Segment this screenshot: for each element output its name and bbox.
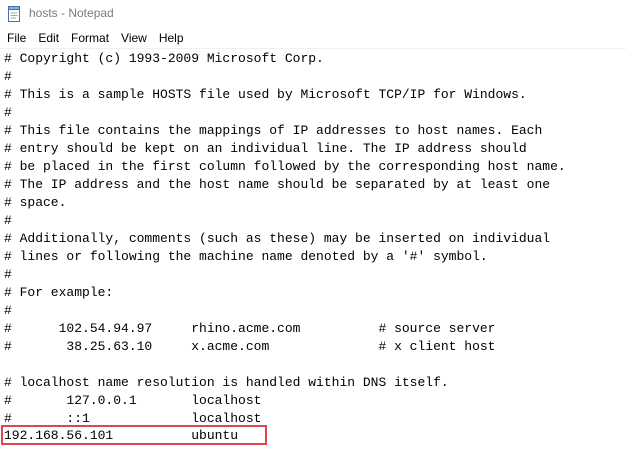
- text-line: # For example:: [4, 285, 114, 300]
- text-line: #: [4, 105, 12, 120]
- text-line: # 127.0.0.1 localhost: [4, 393, 262, 408]
- text-editor-area[interactable]: # Copyright (c) 1993-2009 Microsoft Corp…: [0, 49, 626, 454]
- title-bar[interactable]: hosts - Notepad: [0, 0, 626, 28]
- menu-view[interactable]: View: [115, 28, 153, 48]
- text-line: # space.: [4, 195, 67, 210]
- text-line: #: [4, 213, 12, 228]
- text-line: # 38.25.63.10 x.acme.com # x client host: [4, 339, 496, 354]
- text-line: # The IP address and the host name shoul…: [4, 177, 551, 192]
- text-line: # This is a sample HOSTS file used by Mi…: [4, 87, 527, 102]
- text-line: #: [4, 267, 12, 282]
- menu-help[interactable]: Help: [153, 28, 190, 48]
- notepad-window: hosts - Notepad File Edit Format View He…: [0, 0, 626, 454]
- window-title: hosts - Notepad: [29, 6, 114, 20]
- menu-file[interactable]: File: [0, 28, 32, 48]
- notepad-icon: [8, 6, 20, 22]
- text-line: # localhost name resolution is handled w…: [4, 375, 449, 390]
- text-line: # be placed in the first column followed…: [4, 159, 566, 174]
- highlight-box: [1, 425, 267, 445]
- text-line: #: [4, 303, 12, 318]
- text-line: # lines or following the machine name de…: [4, 249, 488, 264]
- text-line: #: [4, 69, 12, 84]
- text-line: # This file contains the mappings of IP …: [4, 123, 543, 138]
- menu-format[interactable]: Format: [65, 28, 115, 48]
- text-line: # Additionally, comments (such as these)…: [4, 231, 551, 246]
- menu-bar: File Edit Format View Help: [0, 28, 626, 48]
- text-line: # Copyright (c) 1993-2009 Microsoft Corp…: [4, 51, 324, 66]
- text-line: # 102.54.94.97 rhino.acme.com # source s…: [4, 321, 496, 336]
- text-line: # entry should be kept on an individual …: [4, 141, 527, 156]
- menu-edit[interactable]: Edit: [32, 28, 65, 48]
